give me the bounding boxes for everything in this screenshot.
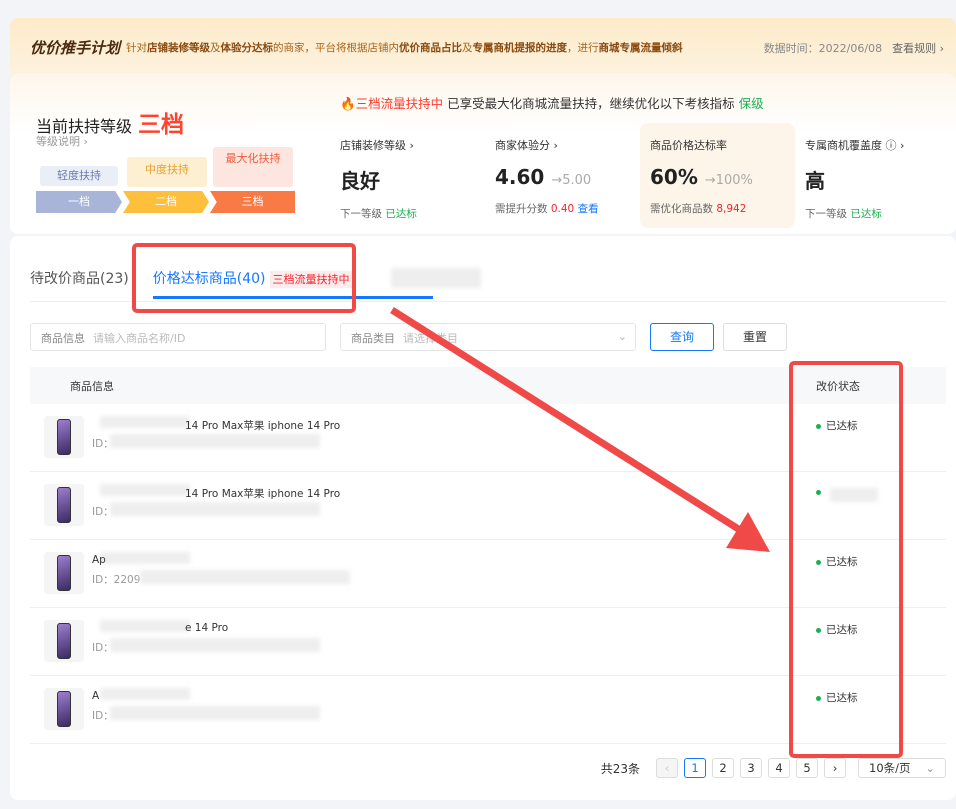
table-row: Ap ID：2209 已达标 <box>30 540 946 608</box>
price-status: 已达标 <box>816 690 858 705</box>
query-button[interactable]: 查询 <box>650 323 714 351</box>
blurred-tab <box>390 268 481 288</box>
metric-opportunity-coverage[interactable]: 专属商机覆盖度 ⓘ › 高下一等级 已达标 <box>795 123 950 228</box>
view-link[interactable]: 查看 <box>578 203 599 215</box>
total-count: 共23条 <box>600 761 640 776</box>
tier-badge: 三档流量扶持中 <box>269 271 353 288</box>
support-notice: 🔥三档流量扶持中 已享受最大化商城流量扶持，继续优化以下考核指标 保级 <box>340 96 764 111</box>
step-light: 轻度扶持 <box>40 166 118 186</box>
product-name[interactable]: A <box>92 690 99 702</box>
view-rules-link[interactable]: 查看规则 › <box>892 42 944 55</box>
tier-3: 三档 <box>210 191 295 213</box>
product-thumbnail <box>44 688 84 730</box>
plan-banner: 优价推手计划 针对店铺装修等级及体验分达标的商家，平台将根据店铺内优价商品占比及… <box>10 18 956 76</box>
price-status: 已达标 <box>816 418 858 433</box>
product-thumbnail <box>44 620 84 662</box>
product-thumbnail <box>44 552 84 594</box>
reset-button[interactable]: 重置 <box>723 323 787 351</box>
plan-description: 针对店铺装修等级及体验分达标的商家，平台将根据店铺内优价商品占比及专属商机提报的… <box>126 41 683 54</box>
product-info-input[interactable]: 商品信息 请输入商品名称/ID <box>30 323 326 351</box>
price-status: 已达标 <box>816 622 858 637</box>
level-value: 三档 <box>138 112 185 138</box>
step-medium: 中度扶持 <box>127 157 207 187</box>
product-panel: 待改价商品(23) 价格达标商品(40) 三档流量扶持中 商品信息 请输入商品名称/… <box>10 236 956 800</box>
data-time: 数据时间：2022/06/08 <box>763 42 883 55</box>
product-name[interactable]: e 14 Pro <box>185 622 228 634</box>
prev-page-button[interactable]: ‹ <box>656 758 678 778</box>
table-row: 14 Pro Max苹果 iphone 14 Pro ID： 已达标 <box>30 404 946 472</box>
tab-price-qualified[interactable]: 价格达标商品(40) 三档流量扶持中 <box>152 268 433 299</box>
product-thumbnail <box>44 484 84 526</box>
tab-pending-price[interactable]: 待改价商品(23) <box>30 268 129 288</box>
page-4-button[interactable]: 4 <box>768 758 790 778</box>
product-id: ID：2209 <box>92 574 141 586</box>
table-row: e 14 Pro ID： 已达标 <box>30 608 946 676</box>
metric-store-decoration[interactable]: 店铺装修等级 › 良好 下一等级 已达标 <box>330 123 485 228</box>
metric-price-rate: 商品价格达标率 60% →100% 需优化商品数 8,942 <box>640 123 795 228</box>
category-select[interactable]: 商品类目 请选择类目 ⌄ <box>340 323 636 351</box>
metric-experience-score[interactable]: 商家体验分 › 4.60 →5.00 需提升分数 0.40 查看 <box>485 123 640 228</box>
plan-logo: 优价推手计划 <box>30 38 121 57</box>
price-status <box>816 486 826 498</box>
fire-icon: 🔥 <box>340 96 356 111</box>
page-2-button[interactable]: 2 <box>712 758 734 778</box>
page-3-button[interactable]: 3 <box>740 758 762 778</box>
level-description-link[interactable]: 等级说明 › <box>36 133 88 149</box>
table-row: A ID： 已达标 <box>30 676 946 744</box>
chevron-down-icon: ⌄ <box>617 330 627 343</box>
pagination: 共23条 ‹ 12345 › 10条/页 ⌄ <box>601 758 946 778</box>
tab-divider <box>30 301 946 302</box>
plan-card: 优价推手计划 针对店铺装修等级及体验分达标的商家，平台将根据店铺内优价商品占比及… <box>10 18 956 234</box>
product-name[interactable]: 14 Pro Max苹果 iphone 14 Pro <box>185 418 340 433</box>
page-size-select[interactable]: 10条/页 ⌄ <box>858 758 946 778</box>
product-name[interactable]: 14 Pro Max苹果 iphone 14 Pro <box>185 486 340 501</box>
page-5-button[interactable]: 5 <box>796 758 818 778</box>
step-max: 最大化扶持 <box>213 147 293 187</box>
price-status: 已达标 <box>816 554 858 569</box>
table-header: 商品信息 改价状态 <box>30 367 946 404</box>
table-row: 14 Pro Max苹果 iphone 14 Pro ID： <box>30 472 946 540</box>
tier-2: 二档 <box>123 191 209 213</box>
next-page-button[interactable]: › <box>824 758 846 778</box>
product-thumbnail <box>44 416 84 458</box>
product-name[interactable]: Ap <box>92 554 106 566</box>
page-1-button[interactable]: 1 <box>684 758 706 778</box>
tier-1: 一档 <box>36 191 122 213</box>
